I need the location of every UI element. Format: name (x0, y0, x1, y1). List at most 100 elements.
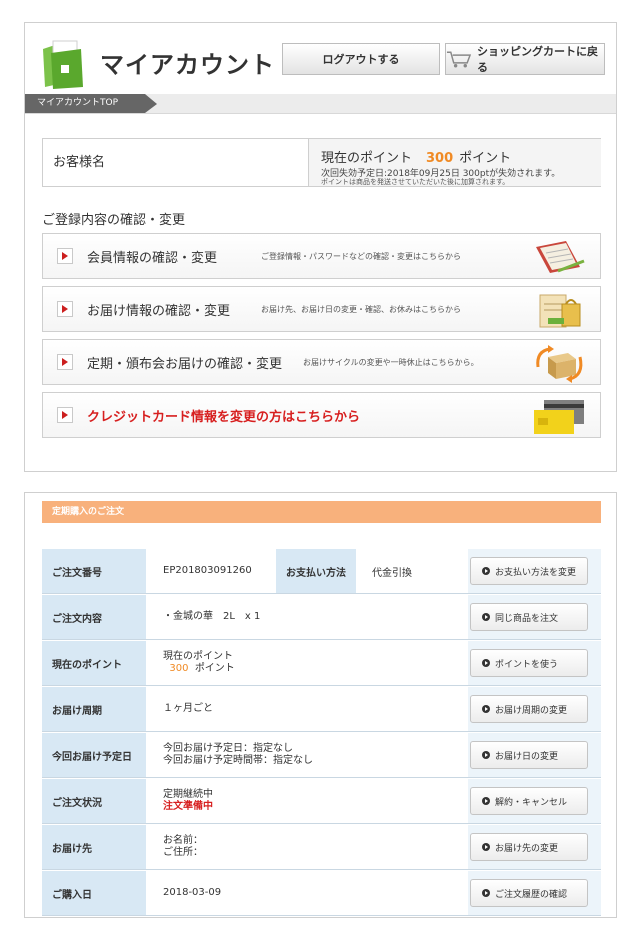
order-history-button[interactable]: ご注文履歴の確認 (470, 879, 588, 907)
row-button-cell: お届け先の変更 (468, 825, 601, 869)
shopping-cart-icon (446, 51, 472, 68)
points-number: 300 (169, 663, 189, 674)
recipient-address: ご住所： (163, 847, 203, 858)
points-prefix: 現在のポイント (321, 151, 413, 166)
row-label: ご注文番号 (42, 549, 147, 593)
arrow-circle-icon (482, 659, 490, 667)
back-to-cart-button[interactable]: ショッピングカートに戻る (445, 43, 605, 75)
credit-card-icon (534, 400, 584, 434)
account-panel: マイアカウント ログアウトする ショッピングカートに戻る マイアカウントTOP … (24, 22, 617, 472)
logout-button[interactable]: ログアウトする (282, 43, 440, 75)
points-line: 現在のポイント 300 ポイント (321, 147, 511, 166)
points-line1: 現在のポイント (163, 651, 233, 662)
delivery-address: お名前： ご住所： (148, 825, 468, 869)
row-label: お届け先 (42, 825, 147, 869)
customer-info: お客様名 現在のポイント 300 ポイント 次回失効予定日:2018年09月25日 … (42, 138, 601, 187)
reorder-button[interactable]: 同じ商品を注文 (470, 603, 588, 631)
button-label: 同じ商品を注文 (495, 613, 559, 624)
table-row: お届け周期 １ヶ月ごと お届け周期の変更 (42, 687, 601, 732)
play-arrow-icon (57, 248, 73, 264)
order-item: ・金城の華 2L x 1 (163, 611, 261, 622)
menu-label: 会員情報の確認・変更 (87, 251, 218, 266)
arrow-circle-icon (482, 705, 490, 713)
row-label: 今回お届け予定日 (42, 733, 147, 777)
menu-desc: ご登録情報・パスワードなどの確認・変更はこちらから (261, 252, 461, 261)
recipient-name: お名前： (163, 835, 203, 846)
points-summary: 現在のポイント 300 ポイント 次回失効予定日:2018年09月25日 300pt… (308, 139, 601, 186)
use-points-button[interactable]: ポイントを使う (470, 649, 588, 677)
menu-subscription[interactable]: 定期・頒布会お届けの確認・変更 お届けサイクルの変更や一時休止はこちらから。 (42, 339, 601, 385)
arrow-circle-icon (482, 797, 490, 805)
delivery-cycle: １ヶ月ごと (148, 687, 468, 731)
table-row: 今回お届け予定日 今回お届け予定日：指定なし 今回お届け予定時間帯：指定なし お… (42, 733, 601, 778)
row-button-cell: ポイントを使う (468, 641, 601, 685)
change-address-button[interactable]: お届け先の変更 (470, 833, 588, 861)
points-suffix: ポイント (459, 151, 512, 166)
change-payment-button[interactable]: お支払い方法を変更 (470, 557, 588, 585)
arrow-circle-icon (482, 613, 490, 621)
points-value: 300 (426, 151, 454, 166)
order-status: 定期継続中 注文準備中 (148, 779, 468, 823)
breadcrumb-arrow (145, 94, 157, 113)
next-delivery: 今回お届け予定日：指定なし 今回お届け予定時間帯：指定なし (148, 733, 468, 777)
cancel-subscription-button[interactable]: 解約・キャンセル (470, 787, 588, 815)
next-delivery-date: 今回お届け予定日：指定なし (163, 743, 293, 754)
menu-member-info[interactable]: 会員情報の確認・変更 ご登録情報・パスワードなどの確認・変更はこちらから (42, 233, 601, 279)
menu-desc: お届けサイクルの変更や一時休止はこちらから。 (303, 358, 479, 367)
logout-button-label: ログアウトする (322, 53, 400, 66)
status-continuing: 定期継続中 (163, 789, 213, 800)
customer-name-label: お客様名 (53, 155, 106, 170)
row-label: ご注文内容 (42, 595, 147, 639)
play-arrow-icon (57, 354, 73, 370)
points-note: ポイントは商品を発送させていただいた後に加算されます。 (321, 178, 510, 186)
row-button-cell: お支払い方法を変更 (468, 549, 601, 593)
row-button-cell: お届け日の変更 (468, 733, 601, 777)
order-contents: ・金城の華 2L x 1 (148, 595, 468, 639)
table-row: ご注文番号 EP201803091260 お支払い方法 代金引換 お支払い方法を… (42, 549, 601, 594)
notebook-icon (536, 241, 585, 273)
menu-credit-card[interactable]: クレジットカード情報を変更の方はこちらから (42, 392, 601, 438)
purchase-date-value: 2018-03-09 (163, 887, 222, 898)
play-arrow-icon (57, 301, 73, 317)
change-cycle-button[interactable]: お届け周期の変更 (470, 695, 588, 723)
row-label: ご購入日 (42, 871, 147, 915)
breadcrumb-current[interactable]: マイアカウントTOP (25, 94, 145, 113)
row-label: ご注文状況 (42, 779, 147, 823)
menu-label: お届け情報の確認・変更 (87, 304, 231, 319)
row-button-cell: 解約・キャンセル (468, 779, 601, 823)
subscription-order-panel: 定期購入のご注文 ご注文番号 EP201803091260 お支払い方法 代金引… (24, 492, 617, 918)
row-label: お届け周期 (42, 687, 147, 731)
arrow-circle-icon (482, 889, 490, 897)
change-delivery-date-button[interactable]: お届け日の変更 (470, 741, 588, 769)
arrow-circle-icon (482, 843, 490, 851)
arrow-circle-icon (482, 567, 490, 575)
menu-label: クレジットカード情報を変更の方はこちらから (87, 410, 361, 425)
folder-logo-icon (43, 40, 83, 89)
breadcrumb: マイアカウントTOP (25, 94, 616, 114)
delivery-cycle-value: １ヶ月ごと (163, 703, 213, 714)
payment-method-value: 代金引換 (372, 567, 412, 579)
play-arrow-icon (57, 407, 73, 423)
button-label: お届け日の変更 (495, 751, 559, 762)
clipboard-bag-icon (539, 294, 581, 328)
page-title: マイアカウント (100, 51, 275, 79)
points-unit: ポイント (194, 663, 235, 674)
points-line2: 300 ポイント (163, 663, 468, 675)
next-delivery-time: 今回お届け予定時間帯：指定なし (163, 755, 313, 766)
status-preparing: 注文準備中 (163, 801, 213, 812)
row-button-cell: ご注文履歴の確認 (468, 871, 601, 915)
payment-method-label: お支払い方法 (276, 549, 356, 593)
table-row: ご注文状況 定期継続中 注文準備中 解約・キャンセル (42, 779, 601, 824)
box-cycle-icon (536, 345, 583, 383)
arrow-circle-icon (482, 751, 490, 759)
button-label: お届け周期の変更 (495, 705, 568, 716)
row-label: 現在のポイント (42, 641, 147, 685)
order-header: 定期購入のご注文 (42, 501, 601, 523)
button-label: お届け先の変更 (495, 843, 559, 854)
current-points: 現在のポイント 300 ポイント (148, 641, 468, 685)
section-title: ご登録内容の確認・変更 (42, 213, 186, 228)
table-row: お届け先 お名前： ご住所： お届け先の変更 (42, 825, 601, 870)
menu-delivery-info[interactable]: お届け情報の確認・変更 お届け先、お届け日の変更・確認、お休みはこちらから (42, 286, 601, 332)
row-button-cell: お届け周期の変更 (468, 687, 601, 731)
table-row: ご注文内容 ・金城の華 2L x 1 同じ商品を注文 (42, 595, 601, 640)
